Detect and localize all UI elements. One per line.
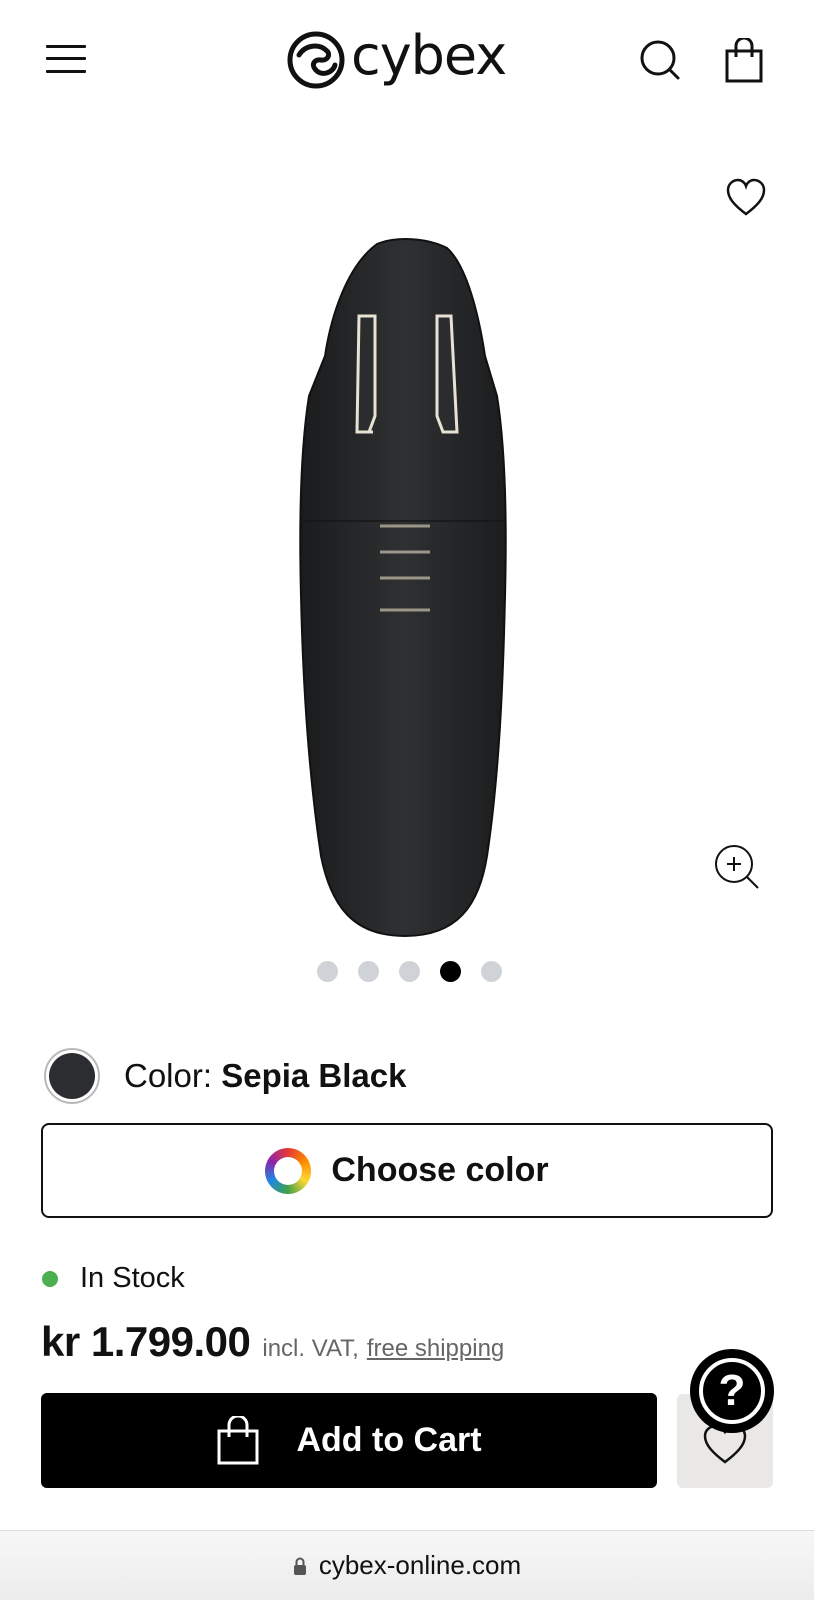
add-to-cart-label: Add to Cart: [296, 1421, 482, 1459]
browser-url-bar[interactable]: cybex-online.com: [0, 1530, 814, 1600]
wishlist-toggle[interactable]: [724, 176, 768, 220]
color-label-prefix: Color:: [124, 1057, 213, 1094]
color-swatch[interactable]: [44, 1048, 100, 1104]
color-wheel-icon: [265, 1147, 312, 1194]
menu-icon-bar: [46, 57, 86, 60]
carousel-dot[interactable]: [480, 961, 502, 982]
choose-color-button[interactable]: Choose color: [41, 1123, 773, 1218]
choose-color-label: Choose color: [331, 1151, 549, 1189]
brand-logo[interactable]: cybex: [287, 22, 507, 98]
brand-name: cybex: [351, 23, 507, 87]
price-row: kr 1.799.00 incl. VAT, free shipping: [41, 1318, 504, 1366]
heart-icon: [726, 178, 766, 216]
product-image[interactable]: [287, 236, 523, 944]
product-gallery[interactable]: [0, 118, 814, 998]
stock-status: In Stock: [42, 1262, 185, 1295]
help-chat-button[interactable]: ?: [690, 1349, 774, 1433]
carousel-dot[interactable]: [398, 961, 420, 982]
carousel-pagination: [0, 961, 814, 982]
shopping-bag-icon: [725, 36, 763, 83]
menu-icon-bar: [46, 45, 86, 48]
zoom-button[interactable]: [712, 842, 764, 894]
stock-status-label: In Stock: [80, 1262, 185, 1294]
site-header: cybex: [0, 0, 814, 118]
cybex-logo-icon: [287, 31, 345, 89]
carousel-dot[interactable]: [357, 961, 379, 982]
carousel-dot[interactable]: [316, 961, 338, 982]
carousel-dot-active[interactable]: [439, 961, 461, 982]
color-value: Sepia Black: [221, 1057, 407, 1094]
help-icon: ?: [718, 1366, 746, 1415]
url-text: cybex-online.com: [318, 1550, 522, 1580]
zoom-in-icon: [715, 845, 759, 889]
vat-note: incl. VAT,: [262, 1335, 359, 1362]
menu-button[interactable]: [46, 42, 88, 76]
cart-button[interactable]: [724, 36, 770, 84]
search-button[interactable]: [638, 38, 684, 84]
color-selector: Color: Sepia Black: [44, 1048, 774, 1104]
stock-indicator-icon: [42, 1270, 58, 1287]
add-to-cart-button[interactable]: Add to Cart: [41, 1393, 657, 1488]
color-swatch-fill: [49, 1053, 95, 1099]
color-label: Color: Sepia Black: [124, 1057, 406, 1095]
product-price: kr 1.799.00: [41, 1318, 251, 1365]
menu-icon-bar: [46, 70, 86, 73]
shopping-bag-icon: [217, 1415, 259, 1464]
search-icon: [640, 40, 680, 80]
free-shipping-link[interactable]: free shipping: [367, 1335, 504, 1363]
lock-icon: [293, 1557, 306, 1575]
